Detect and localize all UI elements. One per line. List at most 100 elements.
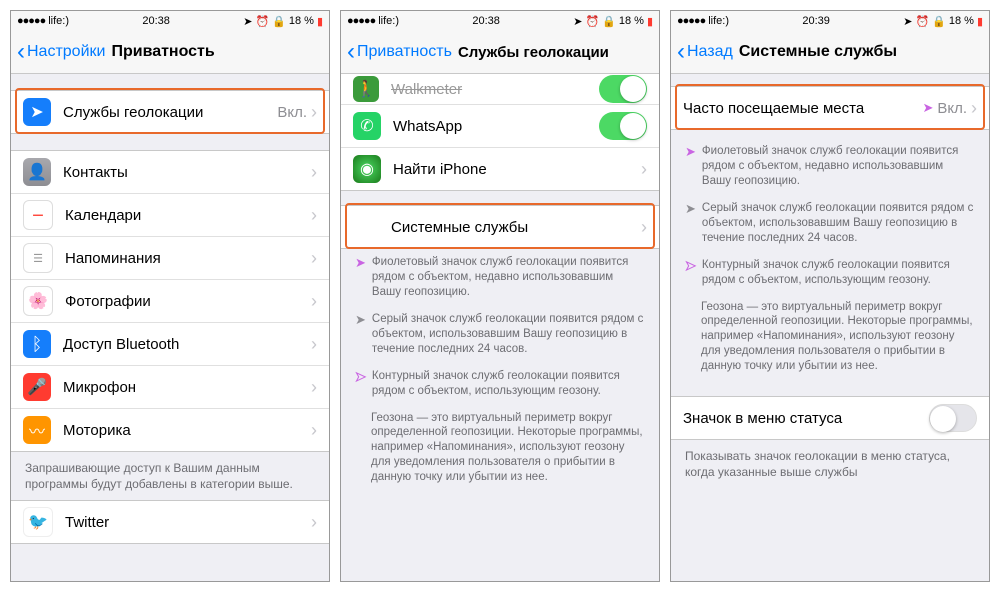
- back-button[interactable]: ‹ Назад: [677, 40, 733, 64]
- info-text: ➤ Серый значок служб геолокации появится…: [671, 195, 989, 252]
- content-scroll[interactable]: ➤ Службы геолокации Вкл. › 👤 Контакты › …: [11, 74, 329, 581]
- row-label: Twitter: [65, 514, 311, 531]
- status-bar: ●●●●● life:) 20:38 ➤ ⏰ 🔒 18 % ▮: [11, 11, 329, 31]
- carrier-label: life:): [708, 15, 729, 27]
- info-text: ➤ Фиолетовый значок служб геолокации поя…: [341, 249, 659, 306]
- rotation-lock-icon: 🔒: [932, 15, 946, 28]
- row-reminders[interactable]: ☰ Напоминания ›: [11, 237, 329, 280]
- footer-text: Запрашивающие доступ к Вашим данным прог…: [11, 452, 329, 500]
- bluetooth-icon: ᛒ: [23, 330, 51, 358]
- microphone-icon: 🎤: [23, 373, 51, 401]
- row-value: Вкл.: [937, 100, 967, 117]
- row-system-services[interactable]: Системные службы ›: [341, 206, 659, 248]
- phone-screen-2: ●●●●● life:) 20:38 ➤ ⏰ 🔒 18 % ▮ ‹ Приват…: [340, 10, 660, 582]
- row-label: Микрофон: [63, 379, 311, 396]
- photos-icon: 🌸: [23, 286, 53, 316]
- row-twitter[interactable]: 🐦 Twitter ›: [11, 501, 329, 543]
- status-time: 20:39: [802, 15, 830, 27]
- row-label: Моторика: [63, 422, 311, 439]
- battery-percent: 18 %: [949, 15, 974, 27]
- signal-dots: ●●●●●: [17, 15, 45, 27]
- signal-dots: ●●●●●: [677, 15, 705, 27]
- chevron-right-icon: ›: [311, 334, 317, 355]
- back-label: Приватность: [357, 43, 452, 61]
- arrow-outline-icon: ➤: [685, 258, 696, 288]
- info-body: Геозона — это виртуальный периметр вокру…: [701, 300, 975, 375]
- chevron-right-icon: ›: [311, 205, 317, 226]
- chevron-left-icon: ‹: [17, 40, 25, 64]
- row-label: Системные службы: [353, 219, 641, 236]
- carrier-label: life:): [378, 15, 399, 27]
- status-bar: ●●●●● life:) 20:38 ➤ ⏰ 🔒 18 % ▮: [341, 11, 659, 31]
- row-microphone[interactable]: 🎤 Микрофон ›: [11, 366, 329, 409]
- row-calendars[interactable]: ━━ Календари ›: [11, 194, 329, 237]
- app-icon: ◉: [353, 155, 381, 183]
- location-icon: ➤: [903, 15, 912, 28]
- location-icon: ➤: [243, 15, 252, 28]
- calendar-icon: ━━: [23, 200, 53, 230]
- info-body: Фиолетовый значок служб геолокации появи…: [702, 144, 975, 189]
- toggle-switch[interactable]: [599, 112, 647, 140]
- row-label: Доступ Bluetooth: [63, 336, 311, 353]
- status-bar: ●●●●● life:) 20:39 ➤ ⏰ 🔒 18 % ▮: [671, 11, 989, 31]
- info-text: Геозона — это виртуальный периметр вокру…: [671, 294, 989, 381]
- row-label: Значок в меню статуса: [683, 410, 929, 427]
- toggle-switch[interactable]: [929, 404, 977, 432]
- chevron-left-icon: ‹: [347, 40, 355, 64]
- motion-icon: 〰: [23, 416, 51, 444]
- row-location-services[interactable]: ➤ Службы геолокации Вкл. ›: [11, 91, 329, 133]
- info-text: ➤ Контурный значок служб геолокации появ…: [341, 363, 659, 405]
- content-scroll[interactable]: Часто посещаемые места ➤ Вкл. › ➤ Фиолет…: [671, 74, 989, 581]
- contacts-icon: 👤: [23, 158, 51, 186]
- row-frequent-locations[interactable]: Часто посещаемые места ➤ Вкл. ›: [671, 87, 989, 129]
- row-whatsapp[interactable]: ✆ WhatsApp: [341, 105, 659, 148]
- info-body: Контурный значок служб геолокации появит…: [702, 258, 975, 288]
- nav-bar: ‹ Назад Системные службы: [671, 31, 989, 74]
- footer-text: Показывать значок геолокации в меню стат…: [671, 440, 989, 488]
- info-text: ➤ Фиолетовый значок служб геолокации поя…: [671, 138, 989, 195]
- row-bluetooth[interactable]: ᛒ Доступ Bluetooth ›: [11, 323, 329, 366]
- row-label: Календари: [65, 207, 311, 224]
- row-walkmeter[interactable]: 🚶 Walkmeter: [341, 74, 659, 105]
- chevron-right-icon: ›: [311, 512, 317, 533]
- status-time: 20:38: [142, 15, 170, 27]
- chevron-right-icon: ›: [311, 102, 317, 123]
- app-icon: ✆: [353, 112, 381, 140]
- info-text: ➤ Контурный значок служб геолокации появ…: [671, 252, 989, 294]
- battery-icon: ▮: [317, 15, 323, 28]
- row-find-iphone[interactable]: ◉ Найти iPhone ›: [341, 148, 659, 190]
- info-body: Серый значок служб геолокации появится р…: [372, 312, 645, 357]
- arrow-purple-icon: ➤: [922, 100, 933, 116]
- row-motion[interactable]: 〰 Моторика ›: [11, 409, 329, 451]
- page-title: Приватность: [111, 43, 214, 61]
- row-label: Контакты: [63, 164, 311, 181]
- reminders-icon: ☰: [23, 243, 53, 273]
- twitter-icon: 🐦: [23, 507, 53, 537]
- rotation-lock-icon: 🔒: [272, 15, 286, 28]
- row-label: Фотографии: [65, 293, 311, 310]
- row-photos[interactable]: 🌸 Фотографии ›: [11, 280, 329, 323]
- nav-bar: ‹ Настройки Приватность: [11, 31, 329, 74]
- battery-percent: 18 %: [289, 15, 314, 27]
- nav-bar: ‹ Приватность Службы геолокации: [341, 31, 659, 74]
- row-label: WhatsApp: [393, 118, 599, 135]
- rotation-lock-icon: 🔒: [602, 15, 616, 28]
- battery-icon: ▮: [647, 15, 653, 28]
- row-contacts[interactable]: 👤 Контакты ›: [11, 151, 329, 194]
- row-label: Часто посещаемые места: [683, 100, 922, 117]
- chevron-right-icon: ›: [971, 98, 977, 119]
- signal-dots: ●●●●●: [347, 15, 375, 27]
- row-status-icon[interactable]: Значок в меню статуса: [671, 397, 989, 439]
- info-body: Контурный значок служб геолокации появит…: [372, 369, 645, 399]
- row-value: Вкл.: [277, 104, 307, 121]
- toggle-switch[interactable]: [599, 75, 647, 103]
- location-icon: ➤: [23, 98, 51, 126]
- chevron-right-icon: ›: [311, 162, 317, 183]
- content-scroll[interactable]: 🚶 Walkmeter ✆ WhatsApp ◉ Найти iPhone › …: [341, 74, 659, 581]
- chevron-right-icon: ›: [311, 377, 317, 398]
- chevron-right-icon: ›: [311, 420, 317, 441]
- info-body: Фиолетовый значок служб геолокации появи…: [372, 255, 645, 300]
- back-button[interactable]: ‹ Приватность: [347, 40, 452, 64]
- back-button[interactable]: ‹ Настройки: [17, 40, 105, 64]
- page-title: Службы геолокации: [458, 44, 609, 61]
